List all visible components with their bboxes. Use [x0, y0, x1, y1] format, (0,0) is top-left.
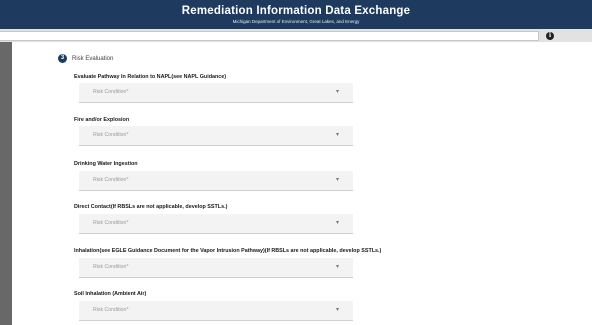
- risk-condition-select-inhalation[interactable]: Risk Condition* ▾: [79, 258, 353, 278]
- section-title-direct-contact: Direct Contact(If RBSLs are not applicab…: [74, 204, 228, 210]
- select-placeholder: Risk Condition*: [93, 177, 129, 183]
- select-placeholder: Risk Condition*: [93, 89, 129, 95]
- chevron-down-icon: ▾: [335, 176, 339, 183]
- select-placeholder: Risk Condition*: [93, 132, 129, 138]
- select-placeholder: Risk Condition*: [93, 264, 129, 270]
- chevron-down-icon: ▾: [335, 263, 339, 270]
- step-header: 3 Risk Evaluation: [58, 50, 114, 64]
- section-title-inhalation: Inhalation(see EGLE Guidance Document fo…: [74, 248, 382, 254]
- toolbar: i: [0, 29, 592, 42]
- section-title-napl: Evaluate Pathway In Relation to NAPL(see…: [74, 74, 227, 80]
- section-title-drinking-water: Drinking Water Ingestion: [74, 161, 138, 167]
- risk-condition-select-napl[interactable]: Risk Condition* ▾: [79, 83, 353, 103]
- section-title-fire-explosion: Fire and/or Explosion: [74, 117, 130, 123]
- select-placeholder: Risk Condition*: [93, 220, 129, 226]
- risk-condition-select-fire-explosion[interactable]: Risk Condition* ▾: [79, 126, 353, 146]
- select-placeholder: Risk Condition*: [93, 307, 129, 313]
- risk-condition-select-soil-inhalation[interactable]: Risk Condition* ▾: [79, 301, 353, 321]
- chevron-down-icon: ▾: [335, 88, 339, 95]
- left-sidebar: [0, 42, 12, 325]
- risk-condition-select-drinking-water[interactable]: Risk Condition* ▾: [79, 171, 353, 191]
- chevron-down-icon: ▾: [335, 131, 339, 138]
- app-header: Remediation Information Data Exchange Mi…: [0, 0, 592, 29]
- info-icon[interactable]: i: [546, 31, 554, 40]
- step-label: Risk Evaluation: [72, 55, 114, 62]
- address-bar[interactable]: [0, 31, 539, 41]
- risk-evaluation-form: 3 Risk Evaluation Evaluate Pathway In Rel…: [12, 42, 592, 325]
- chevron-down-icon: ▾: [335, 306, 339, 313]
- chevron-down-icon: ▾: [335, 219, 339, 226]
- step-number-badge: 3: [58, 54, 67, 64]
- section-title-soil-inhalation: Soil Inhalation (Ambient Air): [74, 291, 147, 297]
- app-title: Remediation Information Data Exchange: [181, 5, 411, 17]
- app-subtitle: Michigan Department of Environment, Grea…: [232, 19, 360, 24]
- risk-condition-select-direct-contact[interactable]: Risk Condition* ▾: [79, 214, 353, 234]
